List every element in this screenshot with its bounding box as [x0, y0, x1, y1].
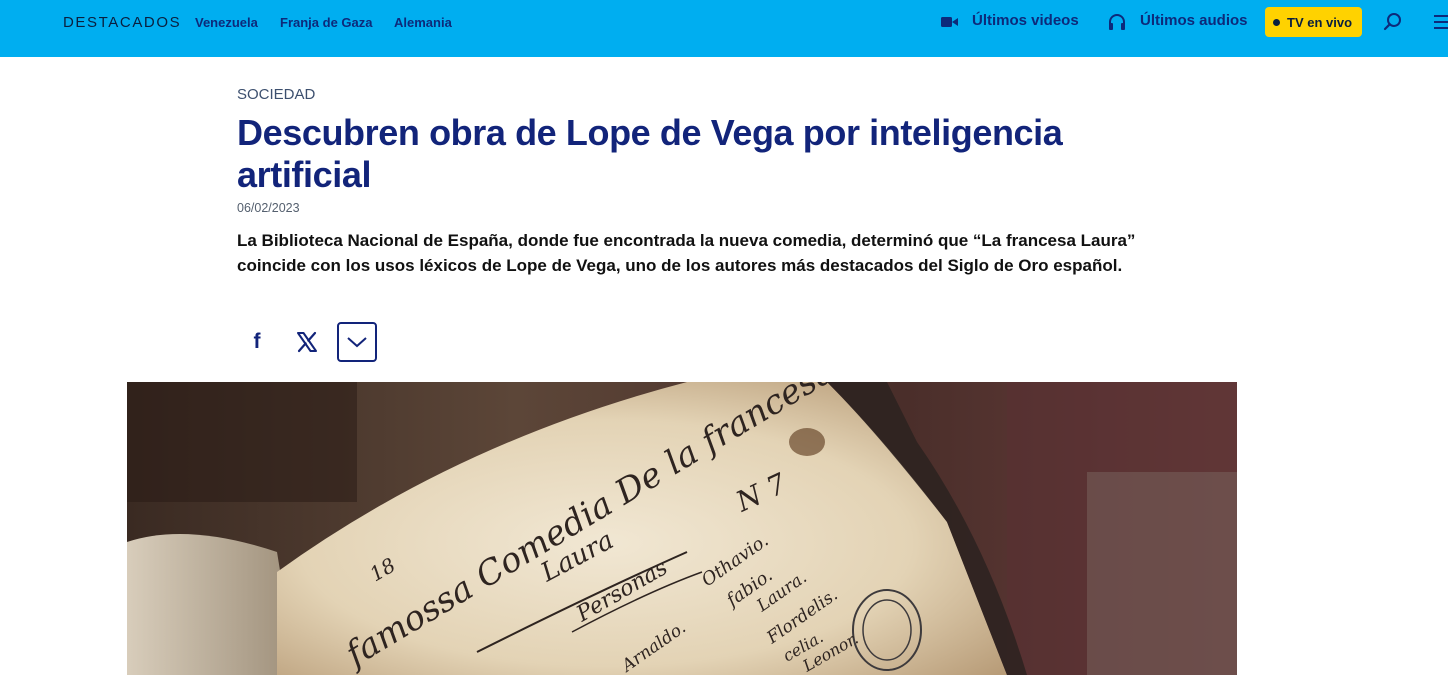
more-share-options-button[interactable]: [337, 322, 377, 362]
section-category-link[interactable]: SOCIEDAD: [237, 86, 315, 103]
x-icon[interactable]: [296, 331, 318, 353]
live-tv-button[interactable]: TV en vivo: [1265, 7, 1362, 37]
video-camera-icon[interactable]: [941, 16, 958, 28]
latest-videos-link[interactable]: Últimos videos: [972, 12, 1079, 29]
live-tv-label: TV en vivo: [1287, 14, 1353, 30]
manuscript-photo: 18 famossa Comedia De la francesa Laura …: [127, 382, 1237, 675]
highlights-label: DESTACADOS: [63, 14, 182, 31]
article-date: 06/02/2023: [237, 201, 300, 215]
search-icon[interactable]: [1383, 12, 1403, 32]
headphones-icon[interactable]: [1108, 13, 1126, 30]
nav-link-venezuela[interactable]: Venezuela: [195, 15, 258, 30]
nav-link-alemania[interactable]: Alemania: [394, 15, 452, 30]
live-dot-icon: [1273, 18, 1280, 26]
nav-link-franja-de-gaza[interactable]: Franja de Gaza: [280, 15, 372, 30]
hamburger-menu-icon[interactable]: [1434, 14, 1448, 30]
article-lead: La Biblioteca Nacional de España, donde …: [237, 231, 1136, 275]
latest-audios-link[interactable]: Últimos audios: [1140, 12, 1248, 29]
article-title: Descubren obra de Lope de Vega por intel…: [237, 112, 1063, 195]
chevron-down-icon: [347, 337, 367, 348]
facebook-icon[interactable]: f: [246, 330, 268, 354]
top-navigation-bar: DESTACADOS Venezuela Franja de Gaza Alem…: [0, 0, 1448, 57]
article-main-image: 18 famossa Comedia De la francesa Laura …: [127, 382, 1237, 675]
